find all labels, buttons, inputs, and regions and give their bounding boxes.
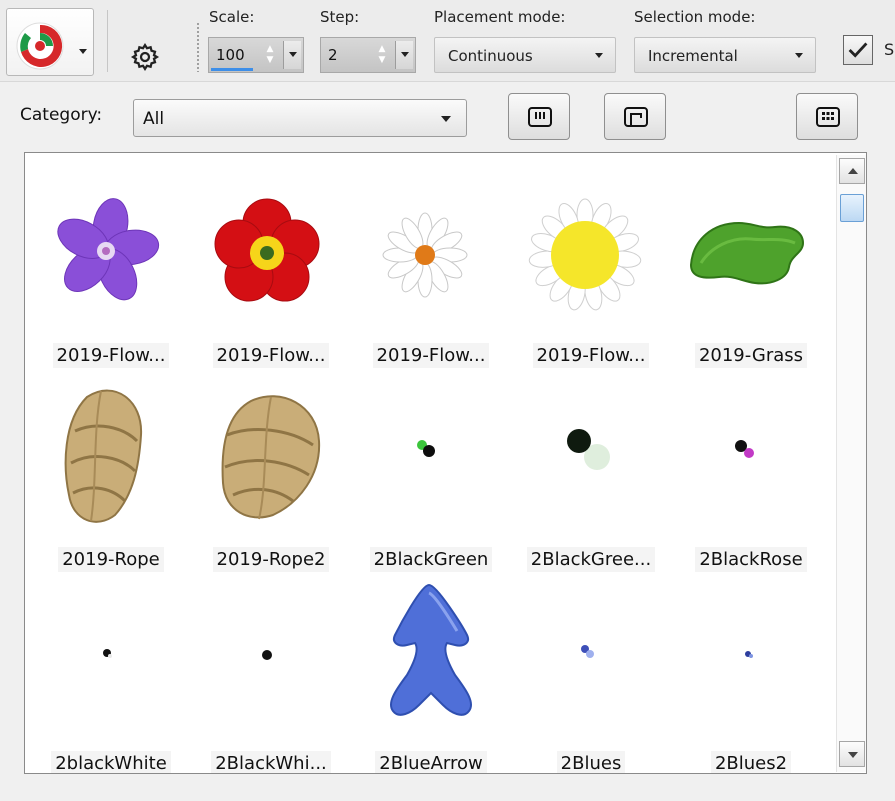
white-daisy-thumbnail — [382, 212, 468, 298]
step-stepper[interactable]: 2 ▲ ▼ — [320, 37, 416, 73]
grass-patch-thumbnail — [689, 221, 805, 285]
scale-value: 100 — [216, 46, 245, 64]
rope-knot-thumbnail — [221, 395, 321, 520]
purple-flower-thumbnail — [57, 198, 160, 301]
black-white-dot-thumbnail — [103, 649, 112, 658]
tube-item-label: 2019-Grass — [694, 343, 808, 368]
grid-vertical-scrollbar[interactable] — [836, 155, 866, 772]
placement-mode-value: Continuous — [448, 47, 533, 65]
black-green-large-dots-thumbnail — [567, 429, 610, 470]
tube-item-label: 2BlackGreen — [369, 547, 493, 572]
category-label: Category: — [20, 105, 103, 125]
option-checkbox[interactable] — [843, 35, 873, 65]
tube-item[interactable]: 2019-Flow... — [511, 167, 671, 371]
placement-mode-select[interactable]: Continuous — [434, 37, 616, 73]
tube-item-label: 2019-Rope — [58, 547, 164, 572]
tube-item[interactable]: 2BlackRose — [671, 371, 831, 575]
tube-item[interactable]: 2blackWhite — [31, 575, 191, 773]
blue-dots-small-thumbnail — [745, 651, 753, 658]
scale-label: Scale: — [209, 8, 255, 26]
window-view-button[interactable] — [604, 93, 666, 140]
tube-item-label: 2019-Flow... — [52, 343, 170, 368]
grid-view-icon — [816, 107, 840, 127]
red-primrose-thumbnail — [214, 198, 320, 302]
tube-item[interactable]: 2BlackWhi... — [191, 575, 351, 773]
tube-item-label: 2BlackGree... — [526, 547, 656, 572]
tube-item-label: 2BlueArrow — [375, 751, 487, 773]
selection-mode-label: Selection mode: — [634, 8, 756, 26]
toolbar-grip[interactable] — [196, 22, 200, 72]
rope-knot-thumbnail — [64, 389, 143, 523]
tube-item-label: 2019-Flow... — [372, 343, 490, 368]
tool-preset-button[interactable] — [6, 8, 94, 76]
tube-item[interactable]: 2019-Rope2 — [191, 371, 351, 575]
tube-item[interactable]: 2019-Rope — [31, 371, 191, 575]
strip-view-button[interactable] — [508, 93, 570, 140]
blue-arrow-thumbnail — [389, 583, 473, 716]
tube-item[interactable]: 2BlackGree... — [511, 371, 671, 575]
category-select[interactable]: All — [133, 99, 467, 137]
option-checkbox-label[interactable]: S — [884, 40, 894, 59]
tube-item[interactable]: 2019-Flow... — [191, 167, 351, 371]
up-down-arrows-icon[interactable]: ▲ ▼ — [265, 44, 275, 66]
tube-item-label: 2019-Flow... — [532, 343, 650, 368]
scale-focus-bar — [211, 68, 253, 71]
tube-item-label: 2BlackRose — [695, 547, 807, 572]
step-dropdown-button[interactable] — [395, 41, 413, 69]
chevron-down-icon — [795, 53, 803, 58]
scale-stepper[interactable]: 100 ▲ ▼ — [208, 37, 304, 73]
yellow-daisy-thumbnail — [528, 198, 642, 311]
tube-item-label: 2019-Flow... — [212, 343, 330, 368]
tube-item[interactable]: 2019-Flow... — [31, 167, 191, 371]
tube-item[interactable]: 2019-Grass — [671, 167, 831, 371]
chevron-down-icon — [441, 116, 451, 122]
blue-dots-thumbnail — [581, 645, 594, 658]
scroll-down-button[interactable] — [839, 741, 865, 767]
picture-tube-swirl-icon — [16, 22, 64, 70]
tube-item-label: 2blackWhite — [51, 751, 171, 773]
tube-item[interactable]: 2019-Flow... — [351, 167, 511, 371]
placement-mode-label: Placement mode: — [434, 8, 566, 26]
tube-item[interactable]: 2Blues2 — [671, 575, 831, 773]
scroll-up-button[interactable] — [839, 158, 865, 184]
chevron-down-icon[interactable] — [79, 49, 87, 54]
tube-item[interactable]: 2BlueArrow — [351, 575, 511, 773]
toolbar-divider — [107, 10, 108, 72]
chevron-down-icon — [595, 53, 603, 58]
black-rose-dots-thumbnail — [735, 440, 754, 458]
window-view-icon — [624, 107, 648, 127]
up-down-arrows-icon[interactable]: ▲ ▼ — [377, 44, 387, 66]
scale-dropdown-button[interactable] — [283, 41, 301, 69]
gear-icon[interactable] — [130, 42, 160, 72]
tube-item[interactable]: 2BlackGreen — [351, 371, 511, 575]
tube-item-label: 2019-Rope2 — [212, 547, 330, 572]
tube-item-label: 2BlackWhi... — [211, 751, 331, 773]
black-dot-thumbnail — [262, 650, 272, 660]
checkmark-icon — [848, 42, 868, 58]
step-value: 2 — [328, 46, 338, 64]
tool-options-toolbar: Scale: 100 ▲ ▼ Step: 2 ▲ ▼ Placement mode:… — [0, 0, 895, 82]
tube-item[interactable]: 2Blues — [511, 575, 671, 773]
selection-mode-select[interactable]: Incremental — [634, 37, 816, 73]
selection-mode-value: Incremental — [648, 47, 738, 65]
category-value: All — [143, 109, 165, 129]
tube-item-label: 2Blues — [556, 751, 626, 773]
black-green-dots-thumbnail — [417, 440, 435, 457]
picture-tube-grid: 2019-Flow... 2019-Flow... 2019-Flow... 2… — [24, 152, 867, 774]
tube-item-label: 2Blues2 — [710, 751, 792, 773]
strip-view-icon — [528, 107, 552, 127]
step-label: Step: — [320, 8, 360, 26]
grid-view-button[interactable] — [796, 93, 858, 140]
scroll-thumb[interactable] — [840, 194, 864, 222]
